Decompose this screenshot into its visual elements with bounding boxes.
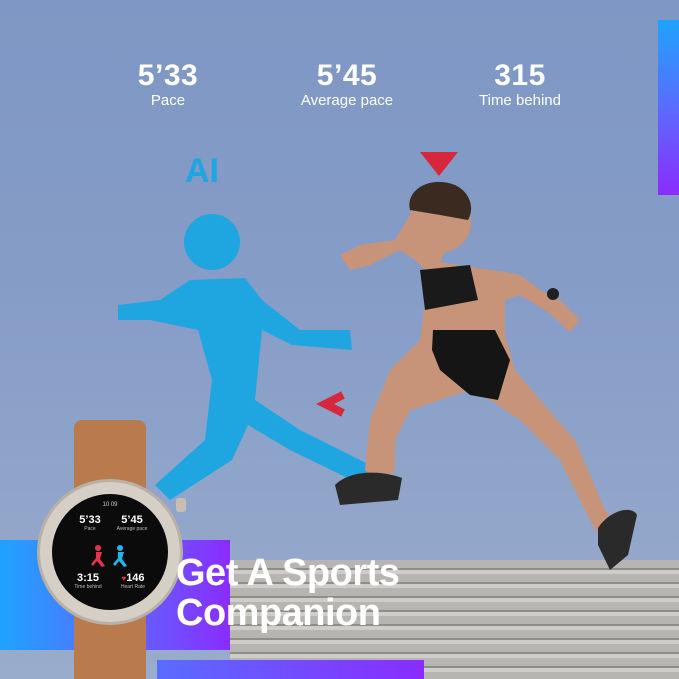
watch-screen: 10 09 5’33 Pace 5’45 Average pace 3:15 T…	[52, 494, 168, 610]
smartwatch: 10 09 5’33 Pace 5’45 Average pace 3:15 T…	[30, 420, 190, 679]
watch-heart-rate-number: 146	[126, 572, 145, 584]
watch-average-pace-label: Average pace	[116, 526, 148, 532]
watch-strap-bottom	[74, 616, 146, 679]
product-banner: 5’33 Pace 5’45 Average pace 315 Time beh…	[0, 0, 679, 679]
headline: Get A Sports Companion	[176, 552, 400, 634]
watch-time-behind-value: 3:15	[76, 572, 100, 584]
watch-heart-rate: ♥146 Heart Rate	[112, 572, 154, 590]
watch-runners-icon	[91, 545, 127, 567]
watch-time-behind: 3:15 Time behind	[68, 572, 108, 590]
watch-heart-rate-value: ♥146	[112, 572, 154, 584]
watch-pace-label: Pace	[84, 526, 96, 532]
watch-pace: 5’33 Pace	[70, 514, 110, 532]
headline-line-1: Get A Sports	[176, 552, 400, 594]
watch-time-behind-label: Time behind	[74, 584, 102, 590]
watch-average-pace: 5’45 Average pace	[110, 514, 154, 532]
watch-average-pace-value: 5’45	[121, 514, 143, 526]
marker-chevron-icon	[316, 391, 345, 417]
athlete-figure	[335, 181, 637, 570]
marker-triangle-icon	[420, 152, 458, 176]
watch-pace-value: 5’33	[79, 514, 101, 526]
watch-status: 10 09	[102, 502, 118, 508]
watch-heart-rate-label: Heart Rate	[120, 584, 146, 590]
watch-strap-top	[74, 420, 146, 490]
headline-line-2: Companion	[176, 592, 381, 634]
watch-crown	[176, 498, 186, 512]
